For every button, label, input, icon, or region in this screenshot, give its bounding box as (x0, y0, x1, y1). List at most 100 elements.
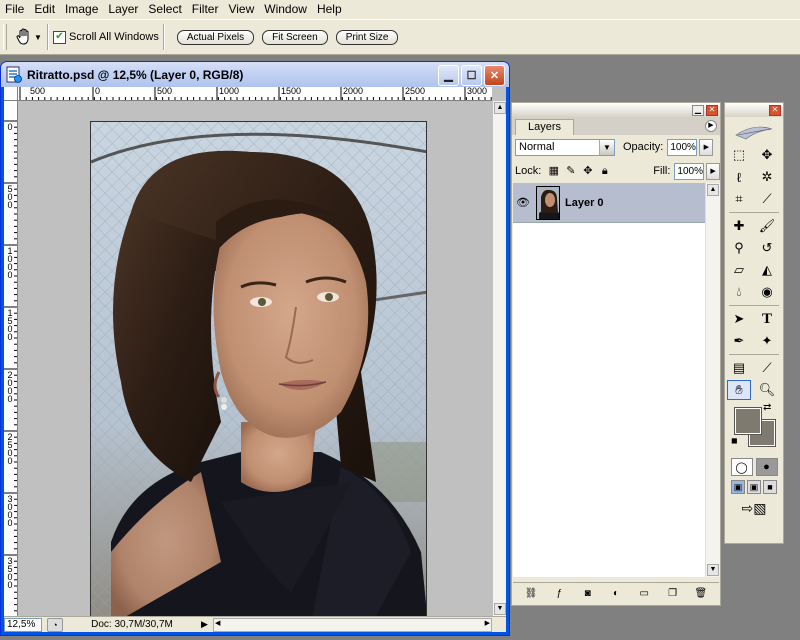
path-selection-tool-icon[interactable]: ➤ (727, 309, 751, 329)
document-size-info: Doc: 30,7M/30,7M (91, 619, 173, 630)
crop-tool-icon[interactable]: ⌗ (727, 189, 751, 209)
version-cue-icon[interactable]: ◔ (47, 617, 63, 632)
layer-name[interactable]: Layer 0 (565, 197, 604, 209)
eyedropper-tool-icon[interactable]: ⟋ (755, 358, 779, 378)
status-menu-arrow-icon[interactable]: ▶ (201, 619, 213, 630)
scroll-all-windows-checkbox[interactable]: ✔ Scroll All Windows (53, 30, 159, 44)
scroll-up-icon[interactable]: ▲ (494, 102, 506, 114)
jump-to-imageready-icon[interactable]: ⇨▧ (725, 500, 783, 517)
ruler-origin[interactable] (4, 87, 18, 101)
layer-mask-icon[interactable]: ◙ (580, 588, 596, 599)
fit-screen-button[interactable]: Fit Screen (262, 29, 328, 45)
print-size-button[interactable]: Print Size (335, 29, 399, 45)
opacity-label: Opacity: (623, 141, 664, 153)
zoom-tool-icon[interactable]: 🔍︎ (755, 380, 779, 400)
adobe-feather-icon[interactable] (725, 117, 783, 145)
menu-view[interactable]: View (223, 0, 259, 19)
maximize-button[interactable]: ☐ (461, 65, 482, 86)
panel-menu-icon[interactable]: ▶ (705, 120, 717, 132)
horizontal-ruler[interactable]: 500 0 500 1000 1500 2000 2500 3000 (18, 87, 492, 101)
scroll-down-icon[interactable]: ▼ (494, 603, 506, 615)
horizontal-scrollbar[interactable]: ◀ ▶ (213, 617, 492, 632)
new-group-icon[interactable]: ▭ (636, 588, 652, 599)
foreground-color-swatch[interactable] (734, 407, 762, 435)
menu-file[interactable]: File (0, 0, 29, 19)
portrait-image[interactable] (90, 121, 427, 624)
default-colors-icon[interactable]: ◼ (731, 436, 741, 446)
scroll-right-icon[interactable]: ▶ (485, 619, 490, 627)
paint-bucket-tool-icon[interactable]: ◭ (755, 260, 779, 280)
lasso-tool-icon[interactable]: ℓ (727, 167, 751, 187)
menu-layer[interactable]: Layer (103, 0, 143, 19)
blur-tool-icon[interactable]: 💧︎ (727, 282, 751, 302)
blend-mode-select[interactable]: Normal ▼ (515, 138, 615, 156)
layers-scrollbar[interactable]: ▲ ▼ (705, 183, 720, 577)
menu-edit[interactable]: Edit (29, 0, 60, 19)
close-button[interactable]: ✕ (484, 65, 505, 86)
pen-tool-icon[interactable]: ✒ (727, 331, 751, 351)
layer-row[interactable]: 👁︎ Layer 0 (513, 183, 705, 223)
lock-image-icon[interactable]: ✎ (564, 165, 577, 178)
dodge-tool-icon[interactable]: ◉ (755, 282, 779, 302)
type-tool-icon[interactable]: T (755, 309, 779, 329)
healing-brush-tool-icon[interactable]: ✚ (727, 216, 751, 236)
vruler-label: 1000 (7, 246, 13, 280)
menu-image[interactable]: Image (60, 0, 103, 19)
status-bar: 12,5% ◔ Doc: 30,7M/30,7M ▶ ◀ ▶ (4, 616, 506, 632)
toolbox-close-button[interactable]: ✕ (769, 104, 781, 116)
toolbox-titlebar[interactable]: ✕ (725, 103, 783, 117)
vertical-scrollbar[interactable]: ▲ ▼ (492, 101, 506, 616)
panel-minimize-button[interactable]: ▁ (692, 104, 704, 116)
quick-mask-mode-icon[interactable]: ● (755, 458, 778, 476)
move-tool-icon[interactable]: ✥ (755, 145, 779, 165)
fill-slider-toggle-icon[interactable]: ▶ (706, 162, 720, 180)
custom-shape-tool-icon[interactable]: ✦ (755, 331, 779, 351)
opacity-slider-toggle-icon[interactable]: ▶ (699, 138, 714, 156)
minimize-icon: ▁ (444, 70, 453, 82)
options-bar-grip[interactable] (3, 24, 7, 50)
trash-icon[interactable]: 🗑︎ (693, 588, 709, 599)
fill-field[interactable]: 100% (674, 162, 705, 180)
menu-filter[interactable]: Filter (187, 0, 224, 19)
scroll-up-icon[interactable]: ▲ (707, 184, 719, 196)
notes-tool-icon[interactable]: ▤ (727, 358, 751, 378)
menu-help[interactable]: Help (312, 0, 347, 19)
scroll-down-icon[interactable]: ▼ (707, 564, 719, 576)
canvas-area[interactable] (18, 101, 492, 624)
brush-tool-icon[interactable]: 🖌︎ (755, 216, 779, 236)
panel-close-button[interactable]: ✕ (706, 104, 718, 116)
hruler-label: 0 (95, 87, 101, 96)
layer-style-icon[interactable]: ƒ (551, 588, 567, 599)
standard-mode-icon[interactable]: ◯ (730, 458, 753, 476)
document-titlebar[interactable]: Ritratto.psd @ 12,5% (Layer 0, RGB/8) ▁ … (1, 62, 509, 87)
lock-all-icon[interactable]: 🔒︎ (598, 165, 611, 178)
slice-tool-icon[interactable]: ⟋ (755, 189, 779, 209)
history-brush-tool-icon[interactable]: ↺ (755, 238, 779, 258)
magic-wand-tool-icon[interactable]: ✲ (755, 167, 779, 187)
menu-select[interactable]: Select (143, 0, 186, 19)
vertical-ruler[interactable]: 0 500 1000 1500 2000 2500 3000 3500 (4, 101, 18, 616)
lock-position-icon[interactable]: ✥ (581, 165, 594, 178)
scroll-left-icon[interactable]: ◀ (215, 619, 220, 627)
menu-window[interactable]: Window (259, 0, 312, 19)
full-screen-menu-mode-icon[interactable]: ▣ (747, 480, 761, 494)
eraser-tool-icon[interactable]: ▱ (727, 260, 751, 280)
zoom-level-field[interactable]: 12,5% (4, 617, 42, 632)
marquee-tool-icon[interactable]: ⬚ (727, 145, 751, 165)
hand-tool-icon[interactable]: ✋︎ (727, 380, 751, 400)
minimize-button[interactable]: ▁ (438, 65, 459, 86)
opacity-field[interactable]: 100% (667, 138, 698, 156)
clone-stamp-tool-icon[interactable]: ⚲ (727, 238, 751, 258)
tool-preset-picker[interactable]: ▼ (13, 24, 43, 50)
swap-colors-icon[interactable]: ⇄ (763, 402, 771, 413)
standard-screen-mode-icon[interactable]: ▣ (731, 480, 745, 494)
eye-icon[interactable]: 👁︎ (513, 196, 533, 209)
full-screen-mode-icon[interactable]: ■ (763, 480, 777, 494)
new-layer-icon[interactable]: ❐ (665, 588, 681, 599)
adjustment-layer-icon[interactable]: ◐ (608, 588, 624, 599)
tab-layers[interactable]: Layers (515, 119, 575, 135)
link-layers-icon[interactable]: ⛓ (523, 588, 539, 599)
lock-transparent-icon[interactable]: ▦ (547, 165, 560, 178)
actual-pixels-button[interactable]: Actual Pixels (176, 29, 255, 45)
layers-panel-titlebar[interactable]: ▁ ✕ (512, 103, 720, 117)
